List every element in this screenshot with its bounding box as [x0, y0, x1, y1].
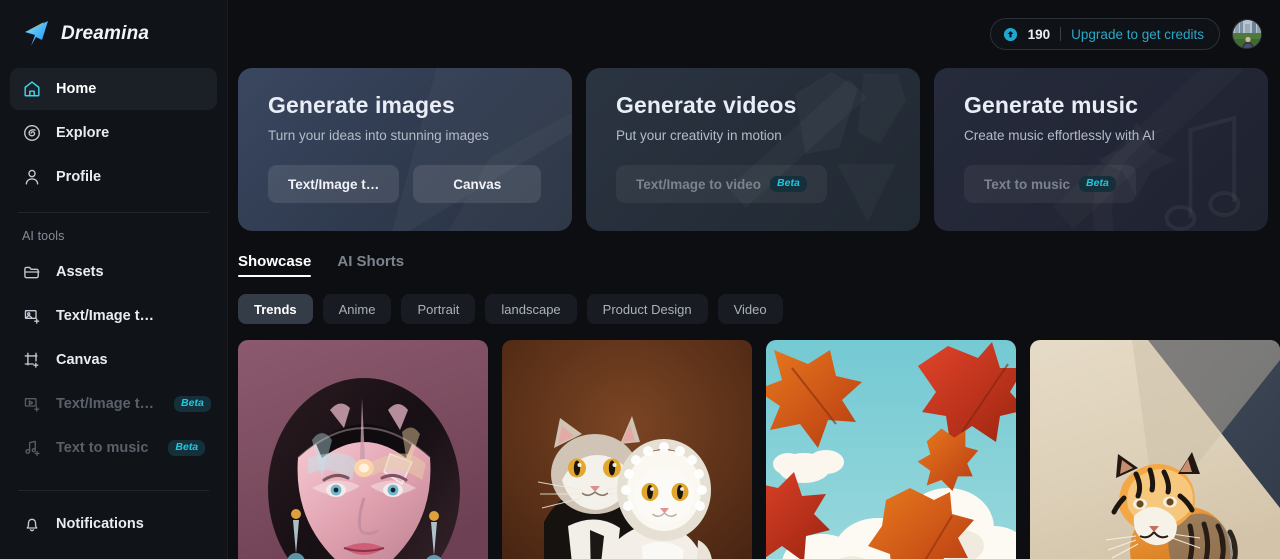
- card-subtitle: Turn your ideas into stunning images: [268, 128, 489, 143]
- chip-anime[interactable]: Anime: [322, 294, 392, 324]
- sidebar-item-notifications[interactable]: Notifications: [10, 503, 217, 545]
- sidebar-item-label: Text/Image t…: [56, 308, 155, 324]
- chip-product-design[interactable]: Product Design: [586, 294, 708, 324]
- credits-pill[interactable]: 190 Upgrade to get credits: [989, 18, 1220, 50]
- card-btn-text-image-to-image[interactable]: Text/Image t…: [268, 165, 400, 203]
- sidebar-tools-nav: Assets Text/Image t… Canvas Text/Image t…: [0, 251, 227, 469]
- sidebar-item-label: Notifications: [56, 516, 144, 532]
- beta-badge: Beta: [174, 396, 211, 412]
- person-icon: [22, 167, 42, 187]
- chip-label: Trends: [254, 301, 297, 317]
- card-subtitle: Put your creativity in motion: [616, 128, 782, 143]
- tiger-on-dune-thumbnail: [1030, 340, 1280, 559]
- sidebar-item-explore[interactable]: Explore: [10, 112, 217, 154]
- card-buttons: Text to music Beta: [964, 165, 1268, 203]
- sidebar-item-label: Profile: [56, 169, 102, 185]
- avatar[interactable]: [1232, 19, 1262, 49]
- card-btn-text-to-music[interactable]: Text to music Beta: [964, 165, 1136, 203]
- beta-badge: Beta: [168, 440, 206, 456]
- sidebar-item-label: Explore: [56, 125, 110, 141]
- sidebar-item-profile[interactable]: Profile: [10, 156, 217, 198]
- paper-plane-logo-icon: [22, 20, 52, 48]
- card-generate-images[interactable]: Generate images Turn your ideas into stu…: [238, 68, 572, 231]
- card-title: Generate music: [964, 92, 1138, 118]
- sidebar-item-text-to-music[interactable]: Text to music Beta: [10, 427, 217, 469]
- gallery-item[interactable]: [1030, 340, 1280, 559]
- credit-count: 190: [1027, 26, 1051, 42]
- video-plus-icon: [22, 394, 42, 414]
- chip-label: Video: [733, 301, 767, 317]
- credit-coin-icon: [1003, 27, 1018, 42]
- card-btn-label: Text/Image t…: [288, 176, 380, 192]
- hero-cards: Generate images Turn your ideas into stu…: [228, 68, 1280, 231]
- content-tabs: Showcase AI Shorts: [228, 231, 1280, 277]
- brand-name: Dreamina: [61, 23, 150, 44]
- dreamina-app-window: Dreamina Home Explore Profile AI tools A…: [0, 0, 1280, 559]
- chrome-pink-portrait-thumbnail: [238, 340, 488, 559]
- card-generate-videos[interactable]: Generate videos Put your creativity in m…: [586, 68, 920, 231]
- image-plus-icon: [22, 306, 42, 326]
- tab-label: Showcase: [238, 253, 312, 270]
- sidebar-item-assets[interactable]: Assets: [10, 251, 217, 293]
- card-btn-label: Text to music: [984, 176, 1071, 192]
- top-bar: 190 Upgrade to get credits: [228, 0, 1280, 68]
- bell-icon: [22, 514, 42, 534]
- showcase-gallery: [228, 324, 1280, 559]
- chip-label: landscape: [501, 301, 561, 317]
- pill-separator: [1060, 27, 1062, 41]
- gallery-item[interactable]: [502, 340, 752, 559]
- home-icon: [22, 79, 42, 99]
- sidebar-item-label: Home: [56, 81, 97, 97]
- tab-label: AI Shorts: [337, 253, 405, 270]
- music-plus-icon: [22, 438, 42, 458]
- sidebar-item-label: Text to music: [56, 440, 149, 456]
- sidebar-item-text-image-to-video[interactable]: Text/Image t… Beta: [10, 383, 217, 425]
- beta-badge: Beta: [1079, 176, 1116, 192]
- card-buttons: Text/Image to video Beta: [616, 165, 920, 203]
- compass-icon: [22, 123, 42, 143]
- sidebar-item-canvas[interactable]: Canvas: [10, 339, 217, 381]
- tab-showcase[interactable]: Showcase: [238, 253, 312, 277]
- sidebar-bottom-nav: Notifications: [0, 503, 227, 545]
- sidebar-item-label: Canvas: [56, 352, 108, 368]
- card-btn-label: Text/Image to video: [636, 176, 762, 192]
- card-generate-music[interactable]: Generate music Create music effortlessly…: [934, 68, 1268, 231]
- card-subtitle: Create music effortlessly with AI: [964, 128, 1156, 143]
- brand-logo-area[interactable]: Dreamina: [0, 0, 227, 68]
- sidebar-primary-nav: Home Explore Profile: [0, 68, 227, 198]
- card-btn-text-image-to-video[interactable]: Text/Image to video Beta: [616, 165, 827, 203]
- tab-ai-shorts[interactable]: AI Shorts: [337, 253, 404, 277]
- chip-video[interactable]: Video: [717, 294, 783, 324]
- gallery-item[interactable]: [238, 340, 488, 559]
- chip-landscape[interactable]: landscape: [485, 294, 577, 324]
- sidebar-bottom: Notifications: [0, 490, 227, 559]
- sidebar-divider-bottom: [18, 490, 209, 491]
- canvas-frame-icon: [22, 350, 42, 370]
- sidebar-item-label: Text/Image t…: [56, 396, 155, 412]
- sidebar-item-home[interactable]: Home: [10, 68, 217, 110]
- sidebar: Dreamina Home Explore Profile AI tools A…: [0, 0, 228, 559]
- chip-label: Anime: [338, 301, 376, 317]
- wedding-cats-thumbnail: [502, 340, 752, 559]
- filter-chips: Trends Anime Portrait landscape Product …: [228, 277, 1280, 324]
- upgrade-link[interactable]: Upgrade to get credits: [1071, 27, 1204, 42]
- card-buttons: Text/Image t… Canvas: [268, 165, 572, 203]
- main-content: 190 Upgrade to get credits Generate imag…: [228, 0, 1280, 559]
- sidebar-section-label: AI tools: [22, 229, 65, 243]
- chip-label: Product Design: [602, 301, 692, 317]
- beta-badge: Beta: [770, 176, 807, 192]
- card-title: Generate videos: [616, 92, 797, 118]
- autumn-leaves-clouds-thumbnail: [766, 340, 1016, 559]
- chip-portrait[interactable]: Portrait: [401, 294, 476, 324]
- chip-trends[interactable]: Trends: [238, 294, 313, 324]
- gallery-item[interactable]: [766, 340, 1016, 559]
- card-btn-canvas[interactable]: Canvas: [413, 165, 542, 203]
- folder-icon: [22, 262, 42, 282]
- card-btn-label: Canvas: [453, 176, 502, 192]
- sidebar-item-text-image-to-image[interactable]: Text/Image t…: [10, 295, 217, 337]
- sidebar-item-label: Assets: [56, 264, 104, 280]
- chip-label: Portrait: [417, 301, 460, 317]
- card-title: Generate images: [268, 92, 455, 118]
